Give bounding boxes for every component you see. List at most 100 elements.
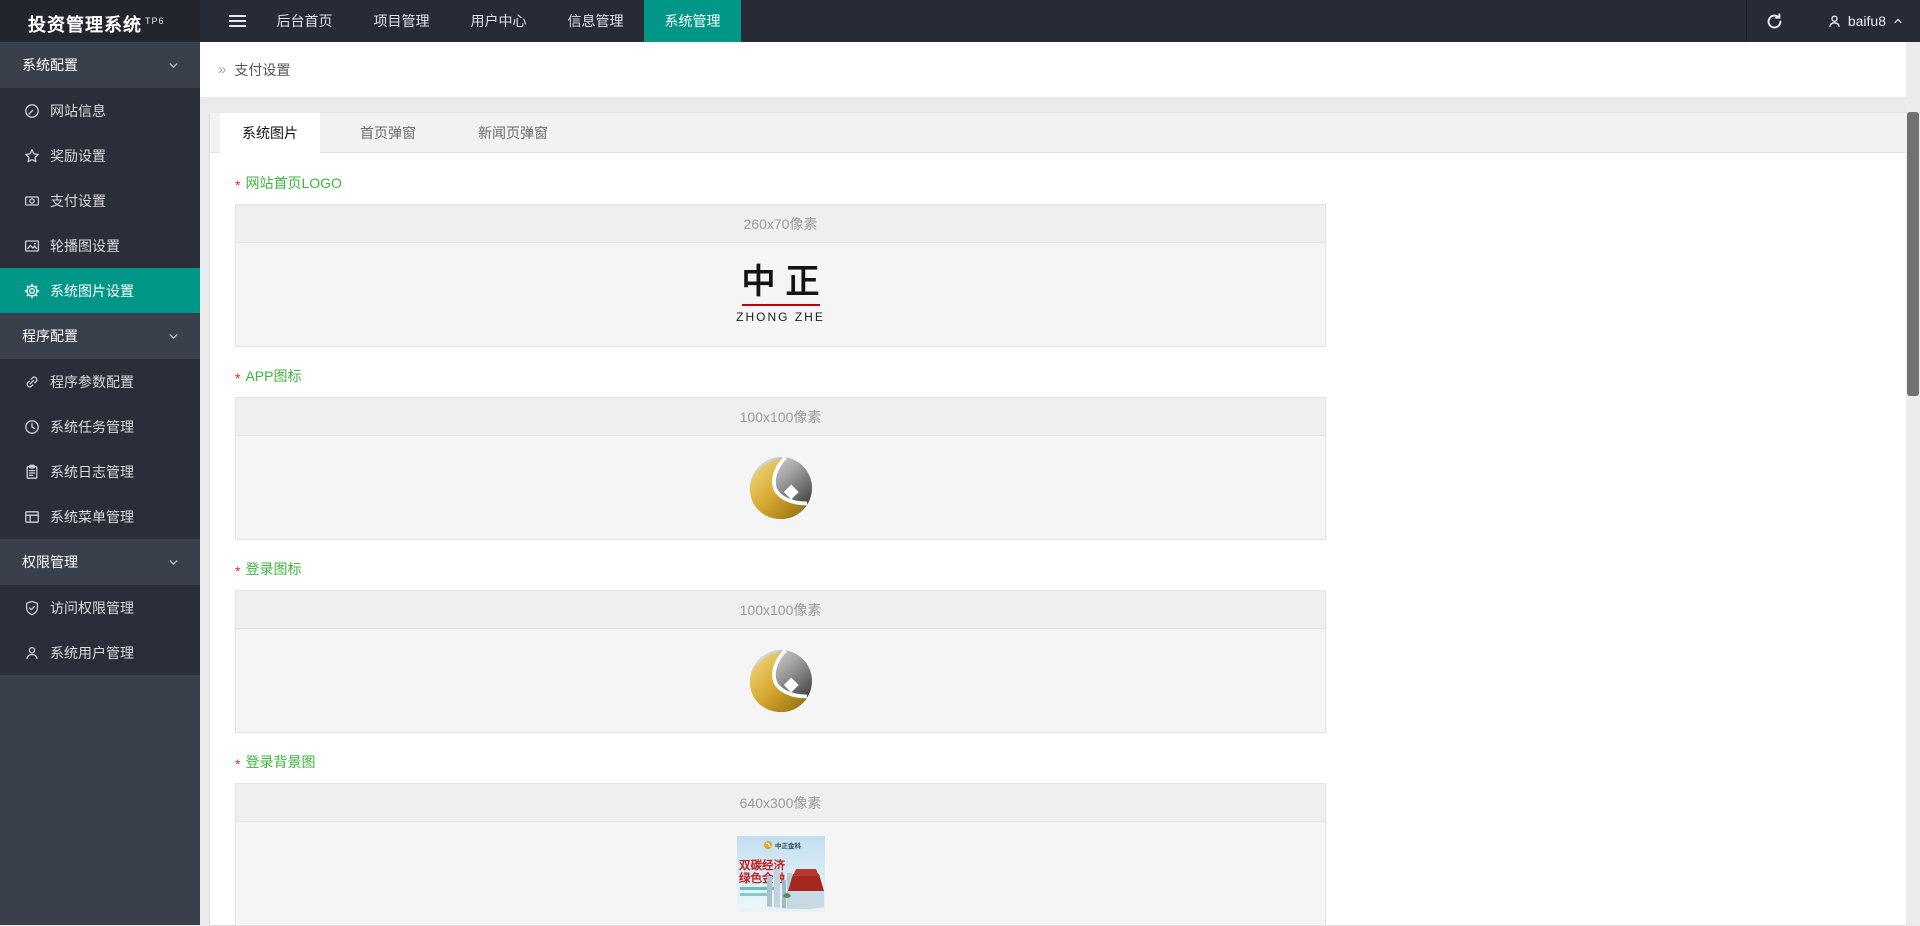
user-menu[interactable]: baifu8 [1827,0,1904,42]
required-mark: * [235,177,240,193]
field-login-background: *登录背景图 640x300像素 中正金科 [235,754,1906,926]
sidebar-group-program-config: 程序参数配置 系统任务管理 系统日志管理 系统菜单管理 [0,359,200,539]
sphere-login-icon-image [750,650,812,712]
logo-red-line [742,304,820,306]
app-title-version: TP6 [145,16,165,26]
sidebar-item-label: 程序参数配置 [50,372,134,392]
section-label: 权限管理 [22,552,167,572]
sidebar-section-permission[interactable]: 权限管理 [0,539,200,585]
image-icon [24,238,40,254]
sidebar-item-label: 系统图片设置 [50,281,134,301]
required-mark: * [235,756,240,772]
tab-home-popup[interactable]: 首页弹窗 [338,113,438,152]
clock-icon [24,419,40,435]
section-label: 系统配置 [22,55,167,75]
breadcrumb-separator-icon: » [218,61,226,78]
upload-preview-area [236,629,1325,732]
sidebar-item-carousel-settings[interactable]: 轮播图设置 [0,223,200,268]
field-label-text: APP图标 [245,368,301,384]
chevron-down-icon [167,556,180,569]
required-mark: * [235,563,240,579]
tab-bar: 系统图片 首页弹窗 新闻页弹窗 [210,113,1906,153]
sidebar-item-label: 支付设置 [50,191,106,211]
sidebar-item-system-users[interactable]: 系统用户管理 [0,630,200,675]
login-background-banner-image: 中正金科 双碳经济 绿色金融 [737,836,825,912]
link-icon [24,374,40,390]
breadcrumb: » 支付设置 [200,42,1920,97]
size-hint: 260x70像素 [236,205,1325,243]
shield-check-icon [24,600,40,616]
user-icon [24,645,40,661]
zhongzheng-logo-image: 中正 ZHONG ZHE [732,265,830,324]
field-label: *登录图标 [235,561,1906,577]
sidebar-item-system-images[interactable]: 系统图片设置 [0,268,200,313]
nav-item-system[interactable]: 系统管理 [644,0,741,42]
nav-item-dashboard[interactable]: 后台首页 [256,0,353,42]
sidebar-item-label: 系统用户管理 [50,643,134,663]
page-title: 支付设置 [234,60,290,80]
sidebar-item-payment-settings[interactable]: 支付设置 [0,178,200,223]
sidebar-item-log-management[interactable]: 系统日志管理 [0,449,200,494]
clipboard-icon [24,464,40,480]
system-images-form: * 网站首页LOGO 260x70像素 中正 ZHONG ZHE * APP图标 1… [210,153,1906,926]
upload-box-login-icon[interactable]: 100x100像素 [235,590,1326,733]
sidebar-item-label: 网站信息 [50,101,106,121]
sidebar-item-task-management[interactable]: 系统任务管理 [0,404,200,449]
required-mark: * [235,370,240,386]
field-label: * 网站首页LOGO [235,175,1906,191]
upload-box-site-logo[interactable]: 260x70像素 中正 ZHONG ZHE [235,204,1326,347]
section-label: 程序配置 [22,326,167,346]
size-hint: 100x100像素 [236,591,1325,629]
size-hint: 100x100像素 [236,398,1325,436]
sidebar-item-label: 系统日志管理 [50,462,134,482]
refresh-button[interactable] [1756,0,1792,42]
sidebar-item-label: 系统菜单管理 [50,507,134,527]
topbar: 投资管理系统TP6 后台首页 项目管理 用户中心 信息管理 系统管理 baifu… [0,0,1920,42]
sidebar: 系统配置 网站信息 奖励设置 支付设置 轮播图设置 系统图片设置 程序配置 [0,42,200,925]
star-icon [24,148,40,164]
upload-preview-area: 中正 ZHONG ZHE [236,243,1325,346]
sidebar-section-program-config[interactable]: 程序配置 [0,313,200,359]
gear-icon [24,283,40,299]
sidebar-section-system-config[interactable]: 系统配置 [0,42,200,88]
upload-box-login-background[interactable]: 640x300像素 中正金科 双碳经济 绿色金融 [235,783,1326,926]
sidebar-item-reward-settings[interactable]: 奖励设置 [0,133,200,178]
sidebar-group-permission: 访问权限管理 系统用户管理 [0,585,200,675]
scrollbar-thumb[interactable] [1907,112,1919,396]
chevron-down-icon [167,330,180,343]
sphere-app-icon-image [750,457,812,519]
username: baifu8 [1848,13,1886,29]
logo-en-text: ZHONG ZHE [732,310,830,324]
upload-box-app-icon[interactable]: 100x100像素 [235,397,1326,540]
banner-brand-text: 中正金科 [775,841,802,850]
nav-item-info[interactable]: 信息管理 [547,0,644,42]
sidebar-item-site-info[interactable]: 网站信息 [0,88,200,133]
logo-cn-text: 中正 [732,265,830,301]
scrollbar-track[interactable] [1906,42,1920,925]
user-icon [1827,14,1842,29]
nav-item-users[interactable]: 用户中心 [450,0,547,42]
nav-item-projects[interactable]: 项目管理 [353,0,450,42]
tab-system-images[interactable]: 系统图片 [220,113,320,153]
sidebar-item-label: 轮播图设置 [50,236,120,256]
field-label: *登录背景图 [235,754,1906,770]
tab-news-popup[interactable]: 新闻页弹窗 [456,113,570,152]
sidebar-item-label: 奖励设置 [50,146,106,166]
size-hint: 640x300像素 [236,784,1325,822]
field-site-logo: * 网站首页LOGO 260x70像素 中正 ZHONG ZHE [235,175,1906,347]
sidebar-item-label: 访问权限管理 [50,598,134,618]
sidebar-item-program-params[interactable]: 程序参数配置 [0,359,200,404]
refresh-icon [1766,13,1783,30]
field-label-text: 网站首页LOGO [245,175,341,191]
sidebar-group-system-config: 网站信息 奖励设置 支付设置 轮播图设置 系统图片设置 [0,88,200,313]
app-title-text: 投资管理系统 [28,15,142,35]
gauge-icon [24,103,40,119]
banknote-icon [24,193,40,209]
top-navigation: 后台首页 项目管理 用户中心 信息管理 系统管理 [256,0,741,42]
sidebar-item-menu-management[interactable]: 系统菜单管理 [0,494,200,539]
sidebar-item-access-permission[interactable]: 访问权限管理 [0,585,200,630]
field-login-icon: *登录图标 100x100像素 [235,561,1906,733]
upload-preview-area [236,436,1325,539]
content-card: 系统图片 首页弹窗 新闻页弹窗 * 网站首页LOGO 260x70像素 中正 ZH… [210,113,1906,925]
menu-toggle-icon[interactable] [218,0,256,42]
